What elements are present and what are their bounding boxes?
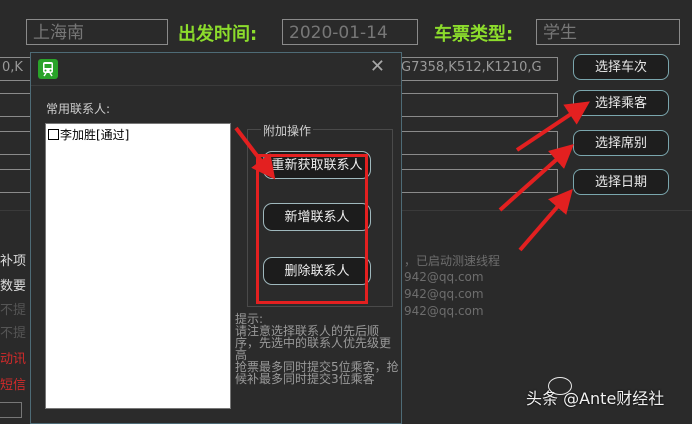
annotation-arrows (234, 101, 590, 252)
arrow-to-date (518, 188, 573, 252)
chat-bubble-icon (548, 377, 572, 395)
watermark: 头条 @Ante财经社 (526, 377, 686, 409)
watermark-text: 头条 @Ante财经社 (526, 389, 665, 408)
arrow-to-refresh (234, 126, 276, 180)
arrow-to-passenger (515, 101, 590, 152)
arrow-to-seat (498, 144, 574, 212)
